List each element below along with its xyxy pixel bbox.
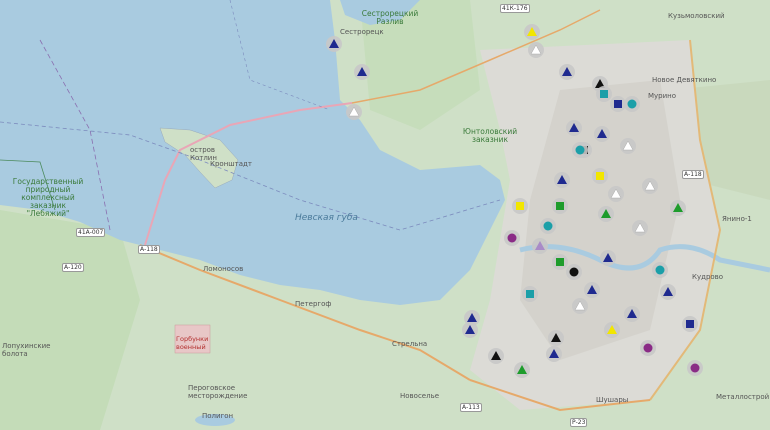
map-marker[interactable]	[624, 306, 640, 322]
marker-symbol	[655, 265, 665, 275]
marker-symbol	[556, 258, 564, 266]
map-marker[interactable]	[608, 186, 624, 202]
map-marker[interactable]	[640, 340, 656, 356]
map-marker[interactable]	[462, 322, 478, 338]
map-marker[interactable]	[548, 330, 564, 346]
marker-symbol	[543, 221, 553, 231]
map-marker[interactable]	[552, 254, 568, 270]
marker-symbol	[643, 343, 653, 353]
map-marker[interactable]	[546, 346, 562, 362]
map-marker[interactable]	[687, 360, 703, 376]
map-marker[interactable]	[624, 96, 640, 112]
marker-symbol	[627, 99, 637, 109]
map-marker[interactable]	[642, 178, 658, 194]
map-canvas[interactable]: Невская губа Государственный природный к…	[0, 0, 770, 430]
map-marker[interactable]	[572, 298, 588, 314]
map-marker[interactable]	[682, 316, 698, 332]
map-marker[interactable]	[652, 262, 668, 278]
map-marker[interactable]	[554, 172, 570, 188]
marker-symbol	[614, 100, 622, 108]
marker-symbol	[569, 267, 579, 277]
marker-symbol	[507, 233, 517, 243]
map-marker[interactable]	[524, 24, 540, 40]
map-marker[interactable]	[540, 218, 556, 234]
map-marker[interactable]	[670, 200, 686, 216]
map-marker[interactable]	[584, 282, 600, 298]
map-marker[interactable]	[620, 138, 636, 154]
marker-symbol	[516, 202, 524, 210]
map-marker[interactable]	[514, 362, 530, 378]
markers-layer	[326, 24, 703, 378]
map-marker[interactable]	[566, 264, 582, 280]
map-marker[interactable]	[594, 126, 610, 142]
marker-symbol	[600, 90, 608, 98]
map-marker[interactable]	[354, 64, 370, 80]
map-marker[interactable]	[528, 42, 544, 58]
map-marker[interactable]	[522, 286, 538, 302]
map-marker[interactable]	[604, 322, 620, 338]
marker-symbol	[526, 290, 534, 298]
map-marker[interactable]	[512, 198, 528, 214]
map-marker[interactable]	[559, 64, 575, 80]
map-marker[interactable]	[566, 120, 582, 136]
marker-symbol	[596, 172, 604, 180]
map-marker[interactable]	[552, 198, 568, 214]
map-marker[interactable]	[660, 284, 676, 300]
map-marker[interactable]	[326, 36, 342, 52]
map-marker[interactable]	[488, 348, 504, 364]
map-marker[interactable]	[532, 238, 548, 254]
marker-symbol	[686, 320, 694, 328]
marker-symbol	[690, 363, 700, 373]
marker-symbol	[556, 202, 564, 210]
map-marker[interactable]	[572, 142, 588, 158]
map-marker[interactable]	[632, 220, 648, 236]
map-marker[interactable]	[504, 230, 520, 246]
map-marker[interactable]	[598, 206, 614, 222]
map-marker[interactable]	[600, 250, 616, 266]
map-marker[interactable]	[610, 96, 626, 112]
map-marker[interactable]	[592, 168, 608, 184]
marker-symbol	[575, 145, 585, 155]
map-marker[interactable]	[596, 86, 612, 102]
map-marker[interactable]	[346, 104, 362, 120]
